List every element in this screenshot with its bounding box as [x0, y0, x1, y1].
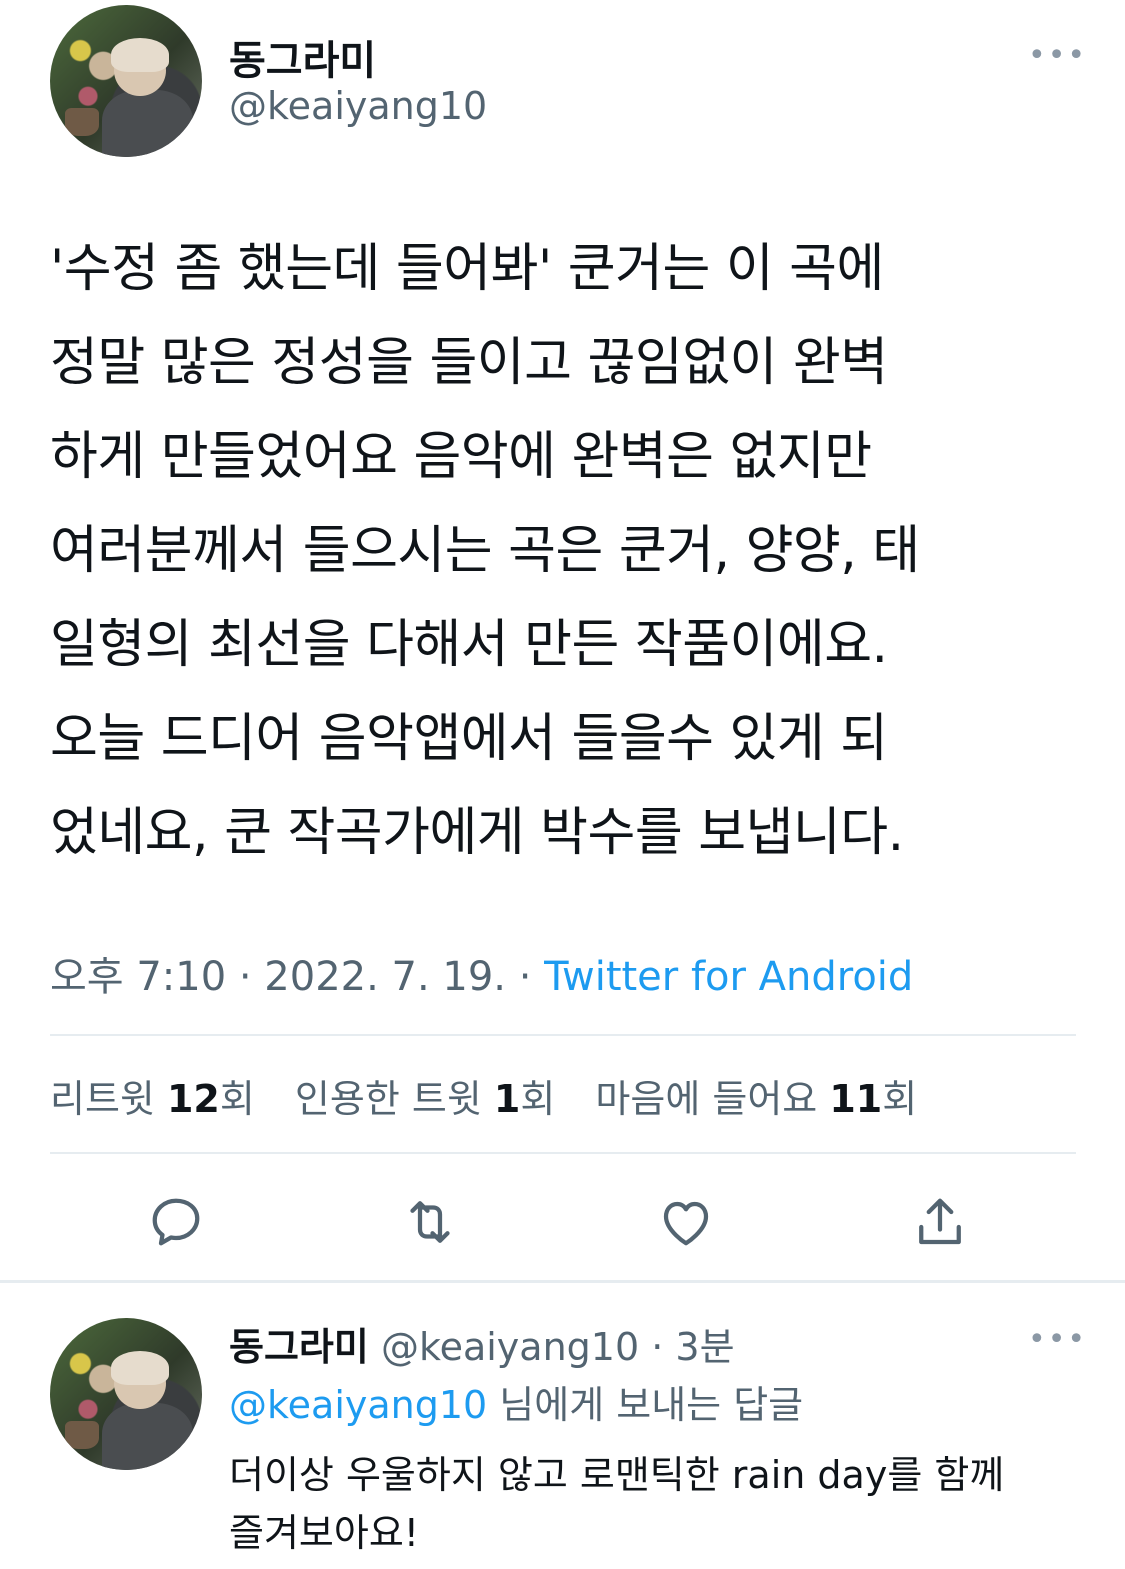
like-button[interactable] [656, 1192, 716, 1252]
reply-icon [152, 1198, 200, 1246]
tweet-detail-page: 동그라미 @keaiyang10 ••• '수정 좀 했는데 들어봐' 쿤거는 … [0, 0, 1125, 1569]
avatar[interactable] [50, 5, 202, 157]
share-icon [919, 1198, 961, 1245]
reply-header: 동그라미 @keaiyang10 · 3분 [229, 1316, 735, 1371]
replying-to: @keaiyang10 님에게 보내는 답글 [229, 1374, 803, 1429]
tweet-source-link[interactable]: Twitter for Android [544, 954, 913, 1000]
replying-to-label: 님에게 보내는 답글 [487, 1383, 804, 1427]
tweet-date: 2022. 7. 19. [264, 954, 507, 1000]
likes-stat[interactable]: 마음에 들어요 11회 [595, 1077, 917, 1121]
tweet-text: '수정 좀 했는데 들어봐' 쿤거는 이 곡에 정말 많은 정성을 들이고 끊임… [50, 239, 920, 863]
engagement-stats: 리트윗 12회 인용한 트윗 1회 마음에 들어요 11회 [50, 1068, 945, 1123]
user-handle[interactable]: @keaiyang10 [229, 84, 487, 128]
more-options-icon[interactable]: ••• [1028, 38, 1087, 73]
share-button[interactable] [910, 1192, 970, 1252]
mention-link[interactable]: @keaiyang10 [229, 1383, 487, 1427]
divider [50, 1152, 1076, 1154]
more-options-icon[interactable]: ••• [1028, 1322, 1087, 1357]
retweet-icon [410, 1201, 450, 1243]
avatar[interactable] [50, 1318, 202, 1470]
retweet-button[interactable] [400, 1192, 460, 1252]
meta-separator: · [226, 954, 265, 1000]
divider [0, 1280, 1125, 1283]
divider [50, 1034, 1076, 1036]
reply-time[interactable]: · 3분 [651, 1325, 734, 1369]
reply-button[interactable] [146, 1192, 206, 1252]
display-name[interactable]: 동그라미 [229, 28, 376, 86]
tweet-time: 오후 7:10 [50, 954, 227, 1000]
tweet-meta: 오후 7:10 · 2022. 7. 19. · Twitter for And… [50, 944, 913, 1002]
retweets-stat[interactable]: 리트윗 12회 [50, 1077, 255, 1121]
meta-separator: · [506, 954, 545, 1000]
reply-text: 더이상 우울하지 않고 로맨틱한 rain day를 함께 즐겨보아요! [229, 1453, 1005, 1555]
display-name[interactable]: 동그라미 [229, 1325, 369, 1369]
heart-icon [663, 1201, 709, 1246]
user-handle[interactable]: @keaiyang10 [381, 1325, 639, 1369]
quotes-stat[interactable]: 인용한 트윗 1회 [295, 1077, 555, 1121]
